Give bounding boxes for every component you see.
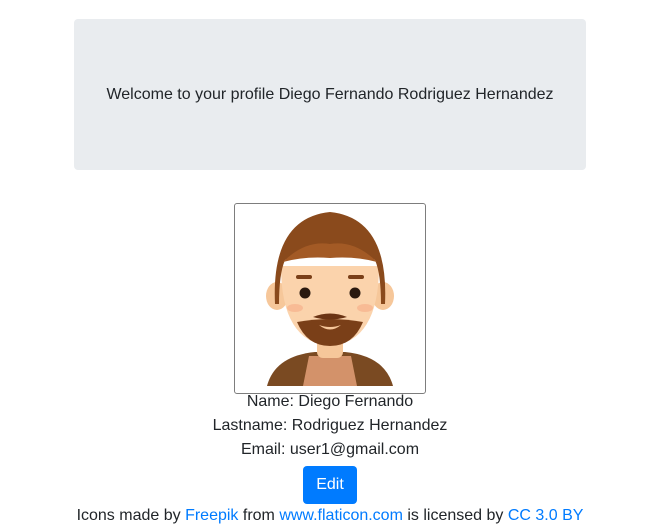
freepik-link[interactable]: Freepik: [185, 507, 238, 524]
credits-middle: from: [238, 507, 280, 524]
avatar: [234, 203, 426, 394]
flaticon-link[interactable]: www.flaticon.com: [279, 507, 403, 524]
edit-button[interactable]: Edit: [303, 466, 357, 504]
license-link[interactable]: CC 3.0 BY: [508, 507, 584, 524]
profile-email: Email: user1@gmail.com: [240, 441, 420, 458]
credits-license-text: is licensed by: [402, 507, 508, 524]
profile-name: Name: Diego Fernando: [246, 393, 414, 410]
male-avatar-icon: [266, 212, 394, 386]
profile-page: Welcome to your profile Diego Fernando R…: [0, 0, 660, 525]
icon-credits: Icons made by Freepik from www.flaticon.…: [0, 506, 660, 525]
profile-lastname: Lastname: Rodriguez Hernandez: [212, 417, 448, 434]
welcome-banner: Welcome to your profile Diego Fernando R…: [74, 19, 586, 170]
welcome-text: Welcome to your profile Diego Fernando R…: [106, 85, 554, 103]
credits-prefix: Icons made by: [76, 507, 186, 524]
